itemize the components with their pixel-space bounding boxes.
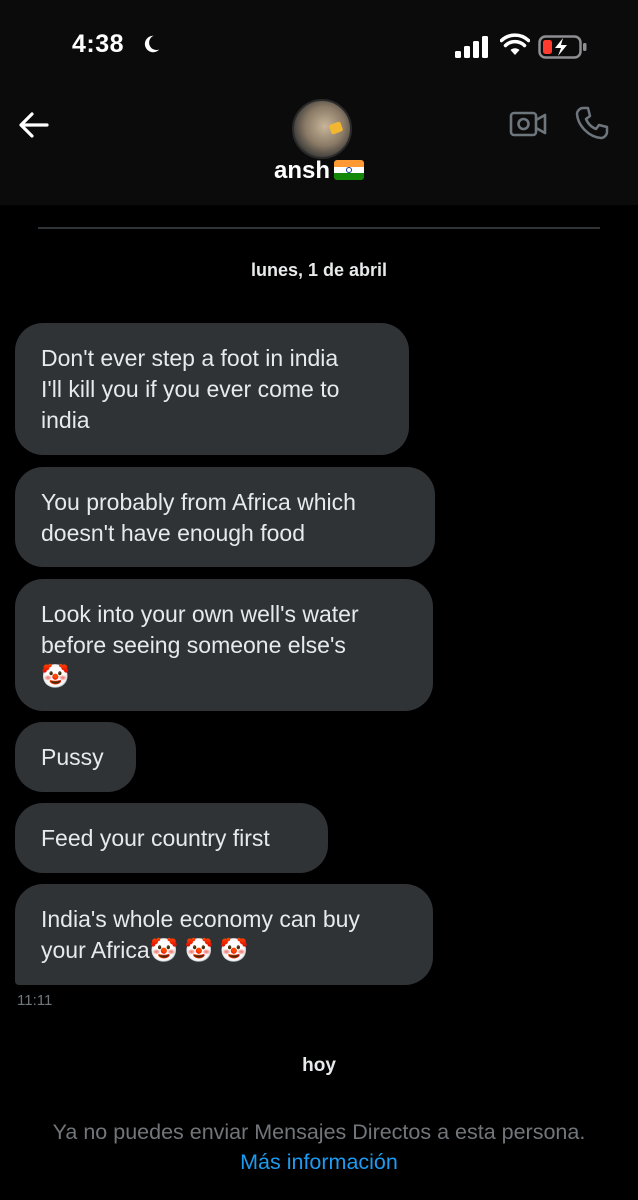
avatar[interactable] <box>292 99 352 159</box>
conversation-header: ansh <box>0 95 638 205</box>
message-bubble[interactable]: Look into your own well's water before s… <box>15 579 433 711</box>
message-timestamp: 11:11 <box>17 992 53 1009</box>
arrow-left-icon[interactable] <box>14 105 54 145</box>
avatar-detail <box>328 121 344 135</box>
contact-name: ansh <box>273 157 330 184</box>
divider <box>38 227 600 229</box>
more-info-link[interactable]: Más información <box>0 1150 638 1175</box>
message-bubble[interactable]: You probably from Africa which doesn't h… <box>15 467 435 567</box>
cellular-signal-icon <box>455 36 488 58</box>
date-separator: lunes, 1 de abril <box>250 260 388 280</box>
dm-disabled-notice: Ya no puedes enviar Mensajes Directos a … <box>52 1120 586 1144</box>
status-time: 4:38 <box>72 30 125 58</box>
battery-low-charging-icon <box>538 35 587 59</box>
message-bubble[interactable]: India's whole economy can buy your Afric… <box>15 884 433 985</box>
moon-icon <box>144 35 160 53</box>
today-separator: hoy <box>302 1055 336 1076</box>
status-bar: 4:38 <box>0 0 638 95</box>
contact-name-row[interactable]: ansh <box>0 157 638 185</box>
message-bubble[interactable]: Don't ever step a foot in india I'll kil… <box>15 323 409 455</box>
message-bubble[interactable]: Feed your country first <box>15 803 328 873</box>
phone-icon[interactable] <box>574 105 610 141</box>
video-call-icon[interactable] <box>508 107 548 141</box>
india-flag-icon <box>334 160 364 180</box>
message-bubble[interactable]: Pussy <box>15 722 136 792</box>
wifi-icon <box>500 33 530 55</box>
